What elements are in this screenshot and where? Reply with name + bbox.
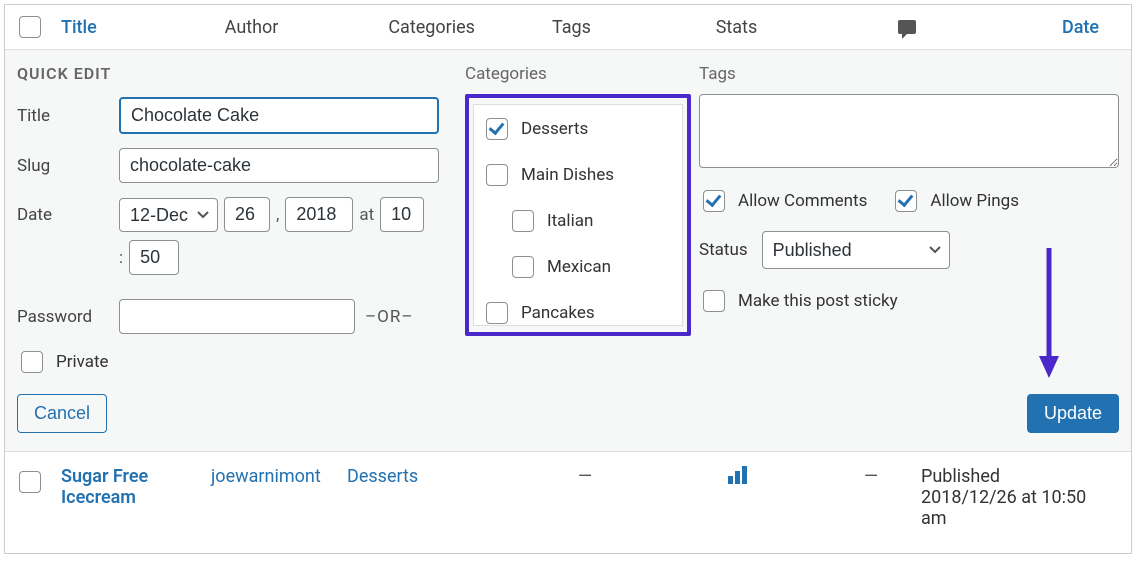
post-author-link[interactable]: joewarnimont — [211, 466, 347, 529]
quick-edit-heading: QUICK EDIT — [17, 64, 457, 83]
cat-italian-label: Italian — [547, 211, 593, 231]
posts-table-header: Title Author Categories Tags Stats Date — [5, 5, 1131, 50]
status-select[interactable]: Published — [762, 231, 950, 269]
categories-heading: Categories — [465, 64, 691, 84]
col-date[interactable]: Date — [935, 17, 1121, 38]
title-input[interactable] — [119, 97, 439, 134]
col-author[interactable]: Author — [225, 17, 389, 38]
cat-desserts-checkbox[interactable] — [486, 118, 508, 140]
col-title[interactable]: Title — [61, 17, 225, 38]
arrow-annotation-icon — [1035, 244, 1063, 384]
cat-main-dishes-checkbox[interactable] — [486, 164, 508, 186]
post-tags: — — [517, 466, 653, 529]
categories-list[interactable]: Desserts Main Dishes Italian Mexica — [473, 104, 683, 326]
cat-mexican-label: Mexican — [547, 257, 611, 277]
col-categories[interactable]: Categories — [388, 17, 552, 38]
title-label: Title — [17, 106, 119, 126]
allow-pings-checkbox[interactable] — [895, 190, 917, 212]
col-stats[interactable]: Stats — [716, 17, 880, 38]
month-select[interactable]: 12-Dec — [119, 198, 218, 232]
hour-input[interactable] — [380, 197, 424, 232]
day-input[interactable] — [224, 197, 270, 232]
at-label: at — [359, 205, 374, 225]
categories-highlight: Desserts Main Dishes Italian Mexica — [465, 94, 691, 336]
cat-pancakes-label: Pancakes — [521, 303, 595, 323]
cat-desserts-label: Desserts — [521, 119, 588, 139]
comma-sep: , — [276, 205, 279, 225]
sticky-checkbox[interactable] — [703, 290, 725, 312]
cat-mexican-checkbox[interactable] — [512, 256, 534, 278]
slug-input[interactable] — [119, 148, 439, 183]
cat-main-dishes-label: Main Dishes — [521, 165, 614, 185]
allow-comments-checkbox[interactable] — [703, 190, 725, 212]
post-comments: — — [821, 466, 921, 529]
time-colon: : — [119, 248, 123, 268]
status-label: Status — [699, 240, 748, 260]
date-label: Date — [17, 205, 119, 225]
quick-edit-panel: QUICK EDIT Title Slug Date 12-Dec — [5, 50, 1131, 452]
col-tags[interactable]: Tags — [552, 17, 716, 38]
post-title-link[interactable]: Sugar Free Icecream — [61, 466, 211, 529]
post-category-link[interactable]: Desserts — [347, 466, 517, 529]
tags-textarea[interactable] — [699, 94, 1119, 168]
slug-label: Slug — [17, 156, 119, 176]
year-input[interactable] — [285, 197, 353, 232]
post-row: Sugar Free Icecream joewarnimont Dessert… — [5, 452, 1131, 553]
select-all-checkbox[interactable] — [19, 16, 41, 38]
private-label: Private — [56, 352, 109, 372]
post-date: Published 2018/12/26 at 10:50 am — [921, 466, 1121, 529]
minute-input[interactable] — [129, 240, 179, 275]
post-stats-icon[interactable] — [653, 466, 821, 529]
private-checkbox[interactable] — [21, 351, 43, 373]
sticky-label: Make this post sticky — [738, 291, 898, 311]
post-row-checkbox[interactable] — [19, 471, 41, 493]
allow-comments-label: Allow Comments — [738, 191, 867, 211]
cancel-button[interactable]: Cancel — [17, 394, 107, 433]
cat-pancakes-checkbox[interactable] — [486, 302, 508, 324]
allow-pings-label: Allow Pings — [930, 191, 1019, 211]
comments-icon[interactable] — [898, 20, 916, 34]
password-input[interactable] — [119, 299, 355, 334]
cat-italian-checkbox[interactable] — [512, 210, 534, 232]
update-button[interactable]: Update — [1027, 394, 1119, 433]
tags-heading: Tags — [699, 64, 1119, 84]
or-separator: –OR– — [365, 307, 413, 327]
password-label: Password — [17, 307, 119, 327]
